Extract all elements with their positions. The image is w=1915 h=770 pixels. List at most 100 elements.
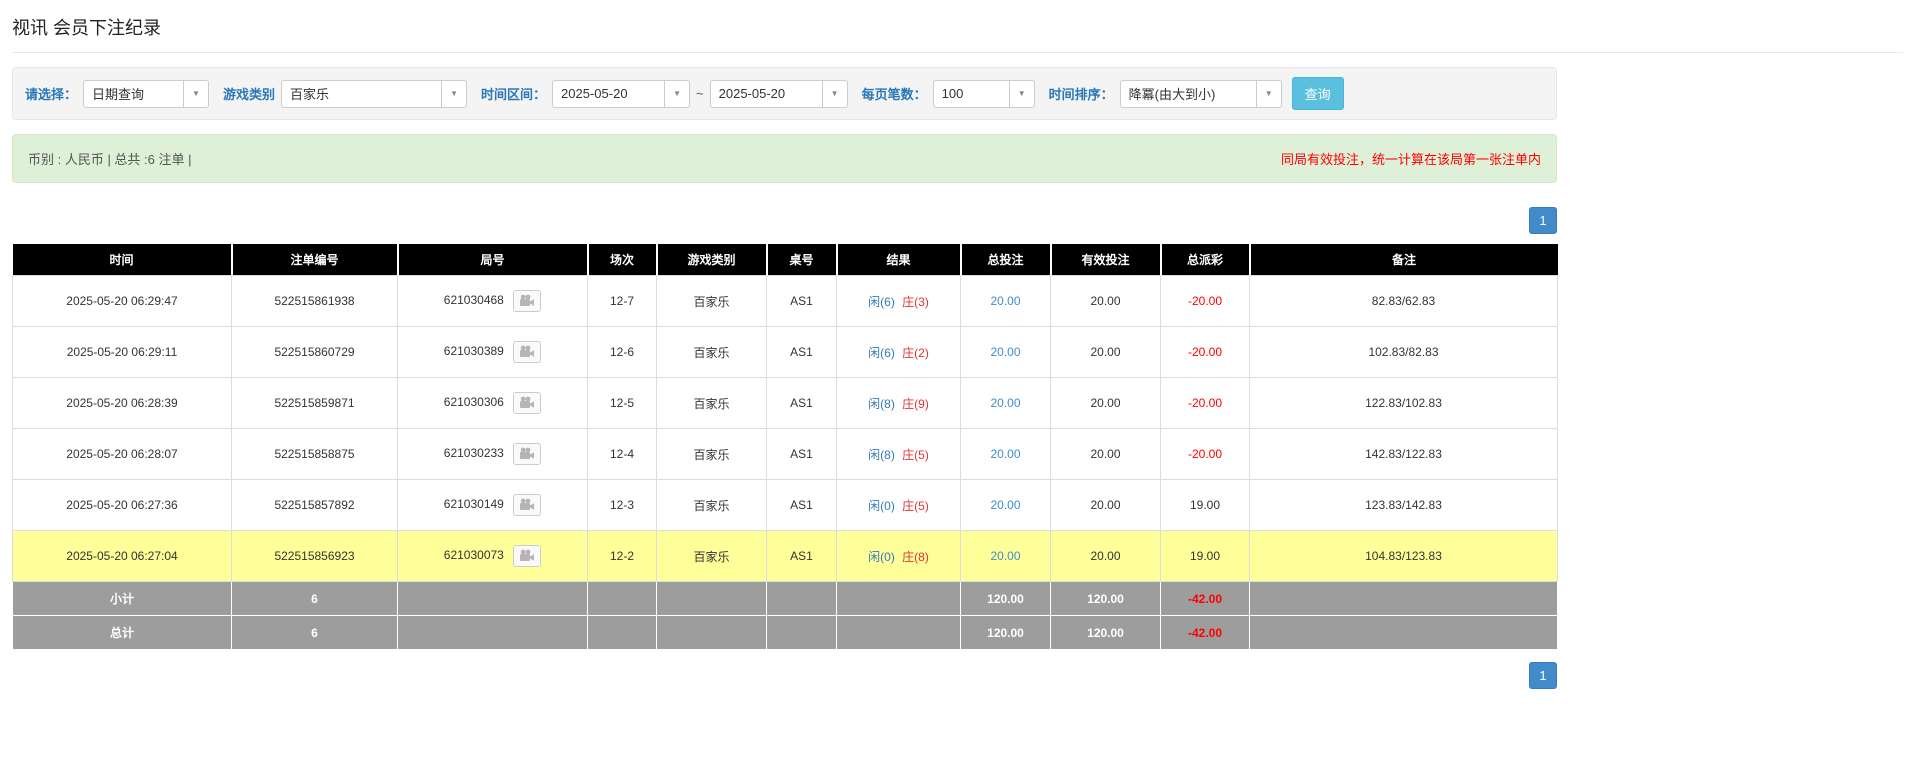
game-type-cell: 百家乐 (657, 531, 767, 582)
total-row: 总计 6 120.00 120.00 -42.00 (13, 616, 1558, 650)
page-size-input[interactable] (933, 80, 1009, 108)
payout-cell: -20.00 (1161, 327, 1250, 378)
table-row: 2025-05-20 06:29:47 522515861938 6210304… (13, 276, 1558, 327)
video-replay-button[interactable] (513, 341, 541, 363)
valid-bet-cell: 20.00 (1051, 378, 1161, 429)
game-type-label: 游戏类别 (223, 84, 275, 103)
table-number-cell: AS1 (767, 327, 837, 378)
sort-order-dropdown-button[interactable]: ▼ (1256, 80, 1282, 108)
player-result: 闲(0) (868, 499, 895, 513)
video-replay-button[interactable] (513, 494, 541, 516)
query-type-dropdown-button[interactable]: ▼ (183, 80, 209, 108)
column-header: 结果 (837, 244, 961, 276)
bet-id-cell: 522515861938 (232, 276, 398, 327)
table-number-cell: AS1 (767, 429, 837, 480)
result-cell: 闲(0) 庄(5) (837, 480, 961, 531)
date-to-input[interactable] (710, 80, 822, 108)
total-bet-link[interactable]: 20.00 (990, 498, 1020, 512)
bet-id-cell: 522515860729 (232, 327, 398, 378)
bet-id-cell: 522515859871 (232, 378, 398, 429)
chevron-down-icon: ▼ (1265, 89, 1273, 98)
result-cell: 闲(6) 庄(3) (837, 276, 961, 327)
total-bet-cell: 20.00 (961, 429, 1051, 480)
total-bet-cell: 20.00 (961, 480, 1051, 531)
round-id-text: 621030233 (444, 446, 504, 460)
column-header: 注单编号 (232, 244, 398, 276)
session-cell: 12-5 (588, 378, 657, 429)
query-type-input[interactable] (83, 80, 183, 108)
banker-result: 庄(5) (902, 499, 929, 513)
table-number-cell: AS1 (767, 378, 837, 429)
round-id-cell: 621030073 (398, 531, 588, 582)
game-type-input[interactable] (281, 80, 441, 108)
player-result: 闲(8) (868, 397, 895, 411)
result-cell: 闲(8) 庄(9) (837, 378, 961, 429)
remark-cell: 102.83/82.83 (1250, 327, 1558, 378)
remark-cell: 104.83/123.83 (1250, 531, 1558, 582)
table-body: 2025-05-20 06:29:47 522515861938 6210304… (13, 276, 1558, 582)
table-number-cell: AS1 (767, 480, 837, 531)
video-camera-icon (519, 498, 535, 511)
valid-bet-cell: 20.00 (1051, 429, 1161, 480)
remark-cell: 123.83/142.83 (1250, 480, 1558, 531)
valid-bet-cell: 20.00 (1051, 531, 1161, 582)
video-replay-button[interactable] (513, 545, 541, 567)
date-from-dropdown-button[interactable]: ▼ (664, 80, 690, 108)
video-replay-button[interactable] (513, 392, 541, 414)
subtotal-payout: -42.00 (1161, 582, 1250, 616)
date-range-label: 时间区间： (481, 84, 546, 103)
time-cell: 2025-05-20 06:29:11 (13, 327, 232, 378)
result-cell: 闲(6) 庄(2) (837, 327, 961, 378)
page: 视讯 会员下注纪录 请选择： ▼ 游戏类别 ▼ 时间区间： ▼ ~ ▼ 每页笔数… (0, 0, 1915, 719)
total-valid-bet: 120.00 (1051, 616, 1161, 650)
column-header: 桌号 (767, 244, 837, 276)
banker-result: 庄(8) (902, 550, 929, 564)
total-bet-link[interactable]: 20.00 (990, 447, 1020, 461)
round-id-cell: 621030233 (398, 429, 588, 480)
time-cell: 2025-05-20 06:27:36 (13, 480, 232, 531)
video-camera-icon (519, 549, 535, 562)
date-to-dropdown-button[interactable]: ▼ (822, 80, 848, 108)
round-id-cell: 621030468 (398, 276, 588, 327)
game-type-cell: 百家乐 (657, 276, 767, 327)
column-header: 局号 (398, 244, 588, 276)
subtotal-label: 小计 (13, 582, 232, 616)
time-cell: 2025-05-20 06:27:04 (13, 531, 232, 582)
page-size-dropdown-button[interactable]: ▼ (1009, 80, 1035, 108)
sort-order-input[interactable] (1120, 80, 1256, 108)
date-from-input[interactable] (552, 80, 664, 108)
remark-cell: 122.83/102.83 (1250, 378, 1558, 429)
bet-id-cell: 522515856923 (232, 531, 398, 582)
search-button[interactable]: 查询 (1292, 77, 1344, 110)
valid-bet-cell: 20.00 (1051, 276, 1161, 327)
sort-order-label: 时间排序： (1049, 84, 1114, 103)
column-header: 备注 (1250, 244, 1558, 276)
result-cell: 闲(0) 庄(8) (837, 531, 961, 582)
column-header: 有效投注 (1051, 244, 1161, 276)
total-bet-link[interactable]: 20.00 (990, 345, 1020, 359)
payout-cell: -20.00 (1161, 429, 1250, 480)
video-camera-icon (519, 396, 535, 409)
page-size-combobox: ▼ (933, 80, 1035, 108)
column-header: 游戏类别 (657, 244, 767, 276)
page-button[interactable]: 1 (1529, 662, 1557, 689)
time-cell: 2025-05-20 06:28:39 (13, 378, 232, 429)
video-replay-button[interactable] (513, 443, 541, 465)
game-type-dropdown-button[interactable]: ▼ (441, 80, 467, 108)
chevron-down-icon: ▼ (831, 89, 839, 98)
total-bet-link[interactable]: 20.00 (990, 549, 1020, 563)
page-button[interactable]: 1 (1529, 207, 1557, 234)
total-count: 6 (232, 616, 398, 650)
table-row: 2025-05-20 06:27:04 522515856923 6210300… (13, 531, 1558, 582)
video-replay-button[interactable] (513, 290, 541, 312)
remark-cell: 82.83/62.83 (1250, 276, 1558, 327)
session-cell: 12-2 (588, 531, 657, 582)
total-bet-cell: 20.00 (961, 327, 1051, 378)
column-header: 场次 (588, 244, 657, 276)
valid-bet-cell: 20.00 (1051, 327, 1161, 378)
total-bet-link[interactable]: 20.00 (990, 294, 1020, 308)
banker-result: 庄(9) (902, 397, 929, 411)
table-row: 2025-05-20 06:27:36 522515857892 6210301… (13, 480, 1558, 531)
total-bet-link[interactable]: 20.00 (990, 396, 1020, 410)
banker-result: 庄(3) (902, 295, 929, 309)
